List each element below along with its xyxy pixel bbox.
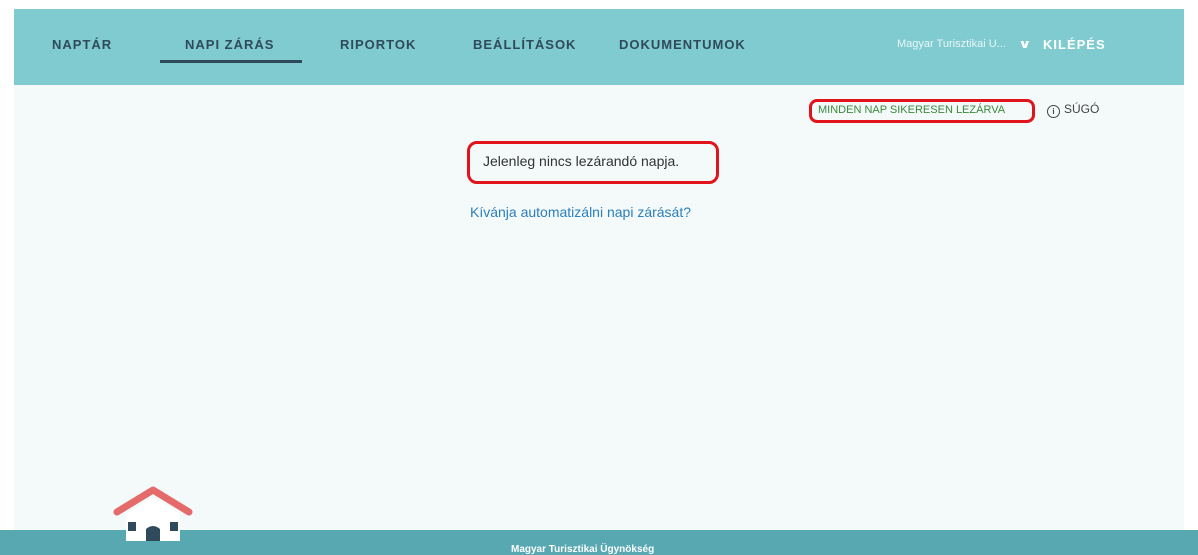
- nav-item-beallitasok[interactable]: BEÁLLÍTÁSOK: [473, 37, 576, 52]
- no-day-to-close-message: Jelenleg nincs lezárandó napja.: [483, 153, 680, 169]
- nav-item-napi-zaras[interactable]: NAPI ZÁRÁS: [185, 37, 274, 52]
- info-icon: i: [1047, 105, 1060, 118]
- active-tab-indicator: [160, 60, 302, 63]
- logout-button[interactable]: KILÉPÉS: [1043, 37, 1106, 52]
- house-icon[interactable]: [113, 485, 193, 541]
- chevron-down-icon[interactable]: ∨: [1018, 37, 1032, 51]
- help-button[interactable]: i SÚGÓ: [1047, 102, 1099, 118]
- nav-item-dokumentumok[interactable]: DOKUMENTUMOK: [619, 37, 746, 52]
- page: NAPTÁR NAPI ZÁRÁS RIPORTOK BEÁLLÍTÁSOK D…: [0, 0, 1198, 555]
- nav-item-naptar[interactable]: NAPTÁR: [52, 37, 112, 52]
- automate-closing-link[interactable]: Kívánja automatizálni napi zárását?: [470, 204, 691, 220]
- top-navigation: NAPTÁR NAPI ZÁRÁS RIPORTOK BEÁLLÍTÁSOK D…: [14, 9, 1184, 85]
- nav-item-riportok[interactable]: RIPORTOK: [340, 37, 416, 52]
- status-text: MINDEN NAP SIKERESEN LEZÁRVA: [818, 104, 1006, 116]
- account-selector[interactable]: Magyar Turisztikai U...: [897, 38, 1006, 50]
- footer-text: Magyar Turisztikai Ügynökség: [511, 544, 655, 555]
- help-label: SÚGÓ: [1064, 102, 1100, 116]
